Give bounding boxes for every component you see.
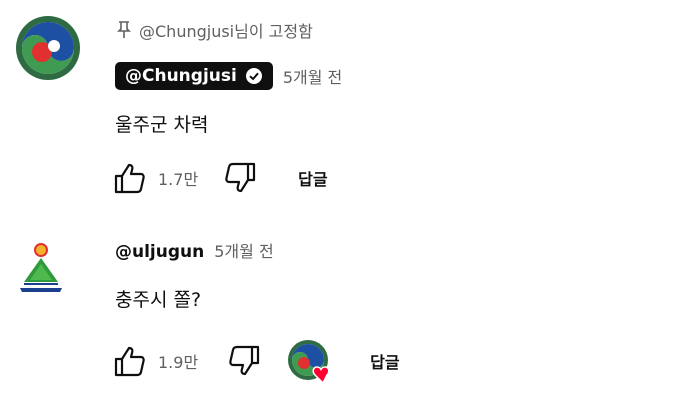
comment-text: 울주군 차력 — [115, 114, 209, 136]
creator-heart-badge — [286, 338, 332, 385]
author-name[interactable]: @uljugun — [115, 242, 204, 262]
comment-header: @uljugun 5개월 전 — [115, 238, 274, 262]
verified-check-icon — [245, 68, 262, 84]
avatar[interactable] — [10, 238, 74, 306]
comment-actions: 1.9만 답글 — [110, 338, 400, 385]
thumbs-up-icon — [114, 346, 145, 377]
pinned-indicator: @Chungjusi님이 고정함 — [117, 18, 313, 42]
like-button[interactable] — [110, 158, 150, 198]
chungju-logo-icon — [16, 16, 80, 80]
comment-timestamp[interactable]: 5개월 전 — [283, 64, 342, 88]
like-button[interactable] — [110, 341, 150, 381]
comment-actions: 1.7만 답글 — [110, 158, 328, 198]
pinned-label: @Chungjusi님이 고정함 — [139, 22, 313, 41]
thumbs-down-icon — [225, 162, 256, 193]
like-count: 1.7만 — [158, 170, 199, 189]
creator-avatar-heart-icon — [288, 340, 330, 385]
ulju-logo-icon — [20, 243, 62, 292]
pin-icon — [117, 21, 131, 38]
author-chip[interactable]: @Chungjusi — [115, 62, 273, 90]
like-count: 1.9만 — [158, 353, 199, 372]
comment-timestamp[interactable]: 5개월 전 — [214, 238, 273, 262]
avatar[interactable] — [16, 16, 80, 84]
author-name: @Chungjusi — [125, 66, 237, 86]
comment-header: @Chungjusi 5개월 전 — [115, 62, 342, 90]
reply-button[interactable]: 답글 — [370, 349, 399, 373]
thumbs-up-icon — [114, 163, 145, 194]
dislike-button[interactable] — [224, 341, 264, 381]
dislike-button[interactable] — [220, 158, 260, 198]
comment-text: 충주시 쫄? — [115, 289, 202, 311]
thumbs-down-icon — [229, 345, 260, 376]
reply-button[interactable]: 답글 — [298, 166, 327, 190]
